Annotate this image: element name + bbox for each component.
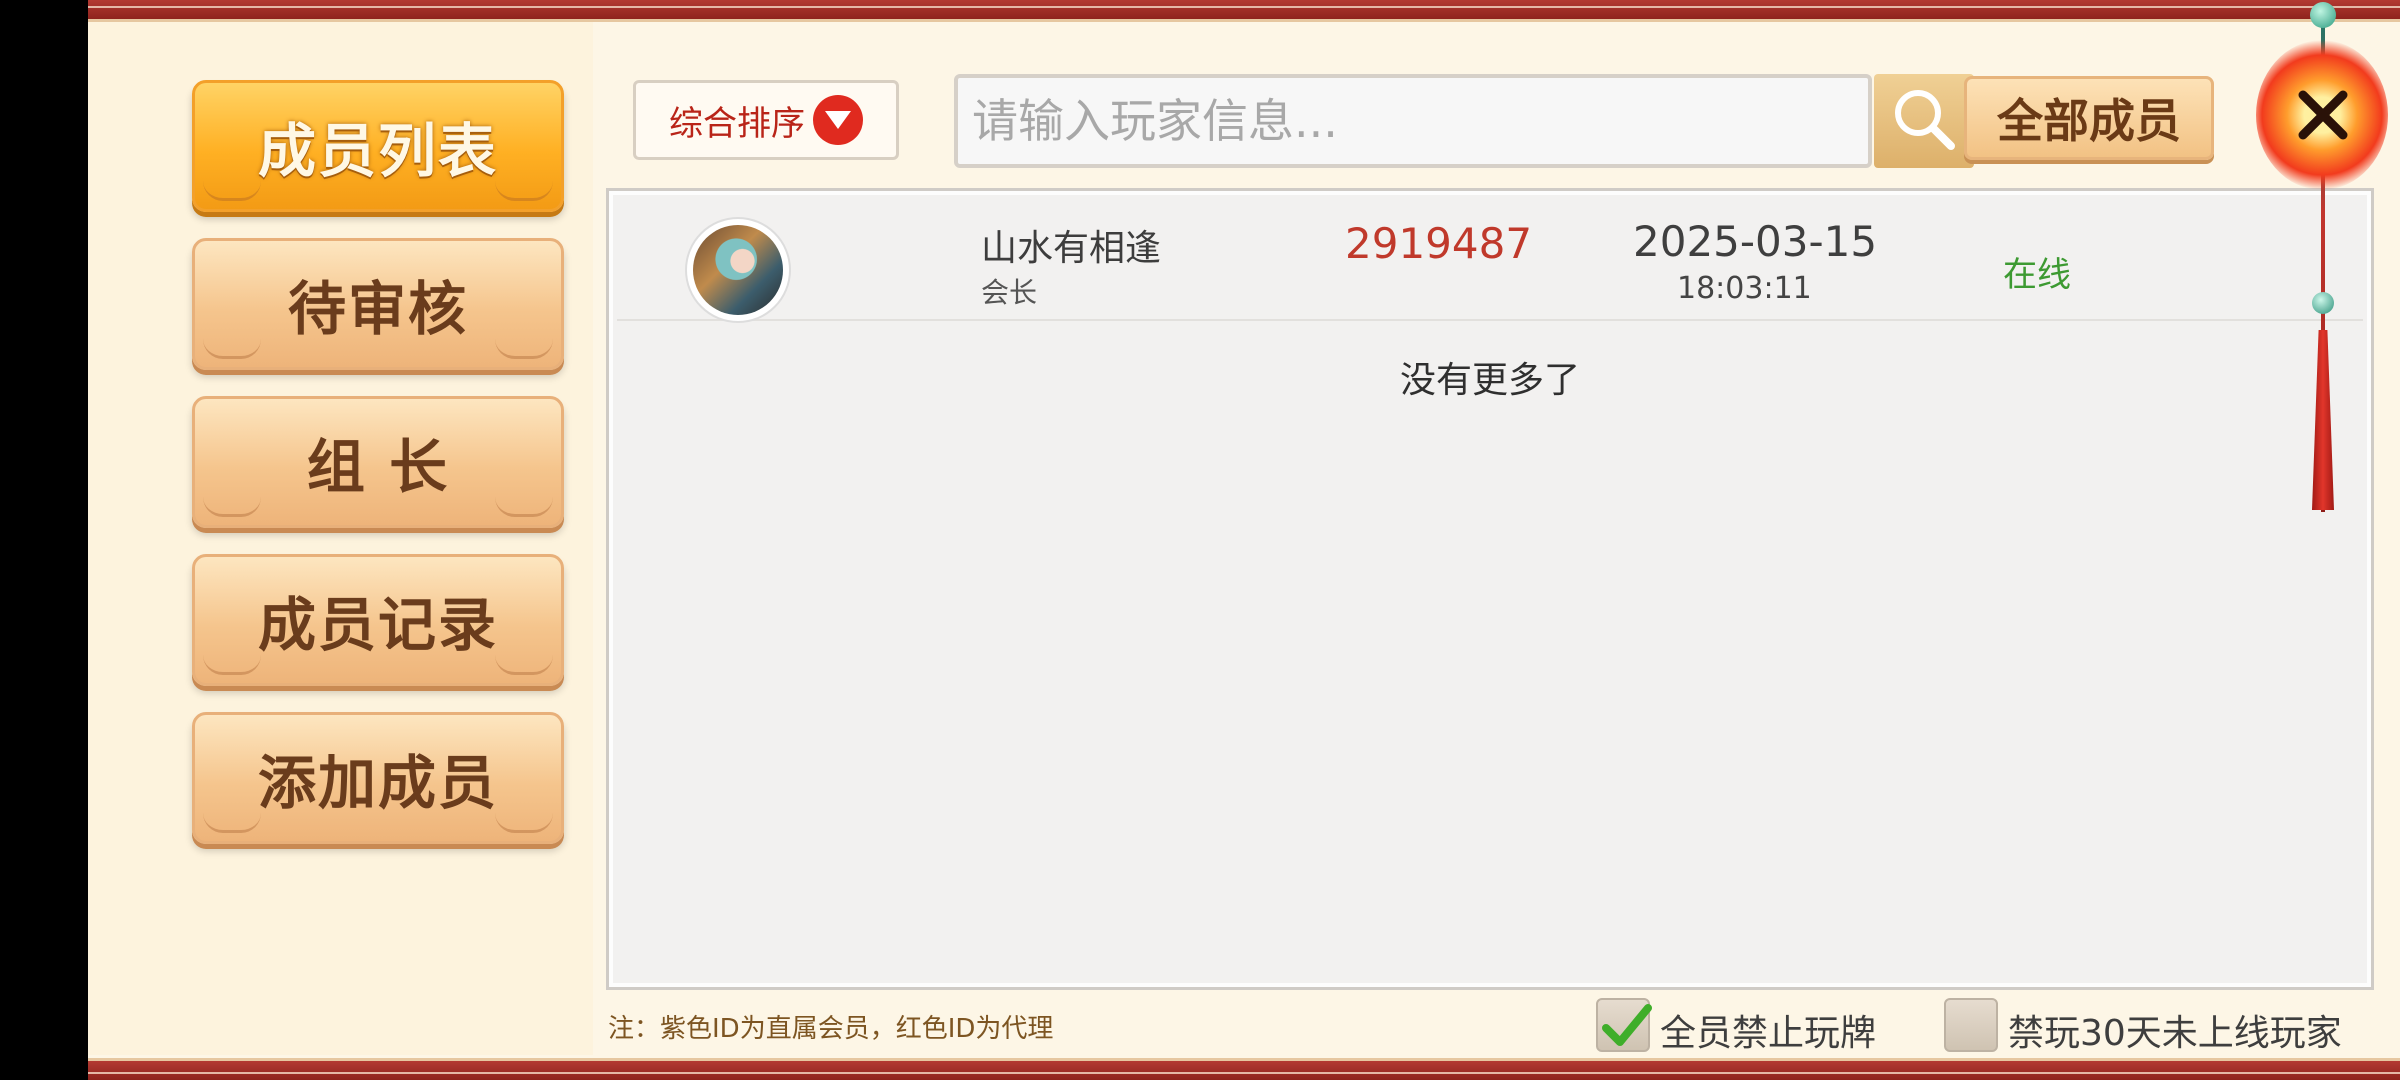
ban-inactive-label[interactable]: 禁玩30天未上线玩家 — [2008, 1004, 2342, 1056]
decor-swirl — [495, 339, 553, 359]
table-row[interactable]: 山水有相逢 会长 2919487 2025-03-15 18:03:11 在线 — [617, 199, 2363, 321]
sidebar-item-group-leader[interactable]: 组 长 — [192, 396, 564, 528]
sidebar-item-member-records[interactable]: 成员记录 — [192, 554, 564, 686]
sidebar-item-member-list[interactable]: 成员列表 — [192, 80, 564, 212]
sidebar-item-pending-review[interactable]: 待审核 — [192, 238, 564, 370]
status-badge: 在线 — [2003, 255, 2071, 295]
footer-note: 注：紫色ID为直属会员，红色ID为代理 — [608, 1014, 1054, 1044]
search-button[interactable] — [1874, 74, 1974, 168]
search-icon — [1889, 84, 1959, 158]
decor-swirl — [203, 181, 261, 201]
decor-swirl — [203, 655, 261, 675]
avatar-image — [693, 225, 783, 315]
search-input[interactable] — [954, 74, 1872, 168]
top-border — [88, 0, 2400, 22]
sidebar-item-label: 组 长 — [306, 433, 450, 501]
sidebar-item-label: 待审核 — [287, 275, 468, 343]
join-time: 18:03:11 — [1677, 271, 1812, 306]
join-date: 2025-03-15 — [1633, 217, 1878, 266]
player-role: 会长 — [981, 276, 1038, 309]
guild-members-panel: 成员列表 待审核 组 长 成员记录 添加成员 综合排序 请输入玩家信息... 全… — [88, 0, 2400, 1080]
player-name: 山水有相逢 — [981, 228, 1162, 269]
sidebar: 成员列表 待审核 组 长 成员记录 添加成员 — [88, 22, 593, 1055]
decor-swirl — [203, 339, 261, 359]
decor-swirl — [495, 813, 553, 833]
lantern-decoration — [2252, 0, 2400, 520]
sidebar-item-label: 成员记录 — [257, 591, 498, 659]
ban-all-checkbox[interactable] — [1596, 998, 1652, 1052]
member-filter-label: 全部成员 — [1997, 94, 2181, 148]
decor-swirl — [495, 181, 553, 201]
bottom-border — [88, 1058, 2400, 1080]
lantern-tassel — [2312, 330, 2334, 510]
lantern-bead — [2310, 2, 2336, 28]
ban-inactive-checkbox[interactable] — [1944, 998, 1998, 1052]
avatar[interactable] — [687, 219, 789, 321]
close-icon — [2298, 90, 2348, 140]
sidebar-item-add-member[interactable]: 添加成员 — [192, 712, 564, 844]
player-id: 2919487 — [1345, 219, 1533, 268]
sort-label: 综合排序 — [669, 103, 805, 144]
sort-dropdown[interactable]: 综合排序 — [633, 80, 899, 160]
member-filter-button[interactable]: 全部成员 — [1964, 76, 2214, 160]
sidebar-item-label: 添加成员 — [257, 749, 498, 817]
list-end-text: 没有更多了 — [1399, 360, 1580, 401]
ban-all-label[interactable]: 全员禁止玩牌 — [1660, 1004, 1876, 1056]
checkmark-icon — [1602, 1004, 1652, 1046]
sidebar-item-label: 成员列表 — [257, 117, 498, 185]
chevron-down-icon — [813, 95, 863, 145]
decor-swirl — [203, 497, 261, 517]
decor-swirl — [495, 655, 553, 675]
member-list[interactable]: 山水有相逢 会长 2919487 2025-03-15 18:03:11 在线 … — [606, 188, 2374, 990]
decor-swirl — [495, 497, 553, 517]
close-button[interactable] — [2286, 78, 2360, 152]
decor-swirl — [203, 813, 261, 833]
lantern-bead — [2312, 292, 2334, 314]
